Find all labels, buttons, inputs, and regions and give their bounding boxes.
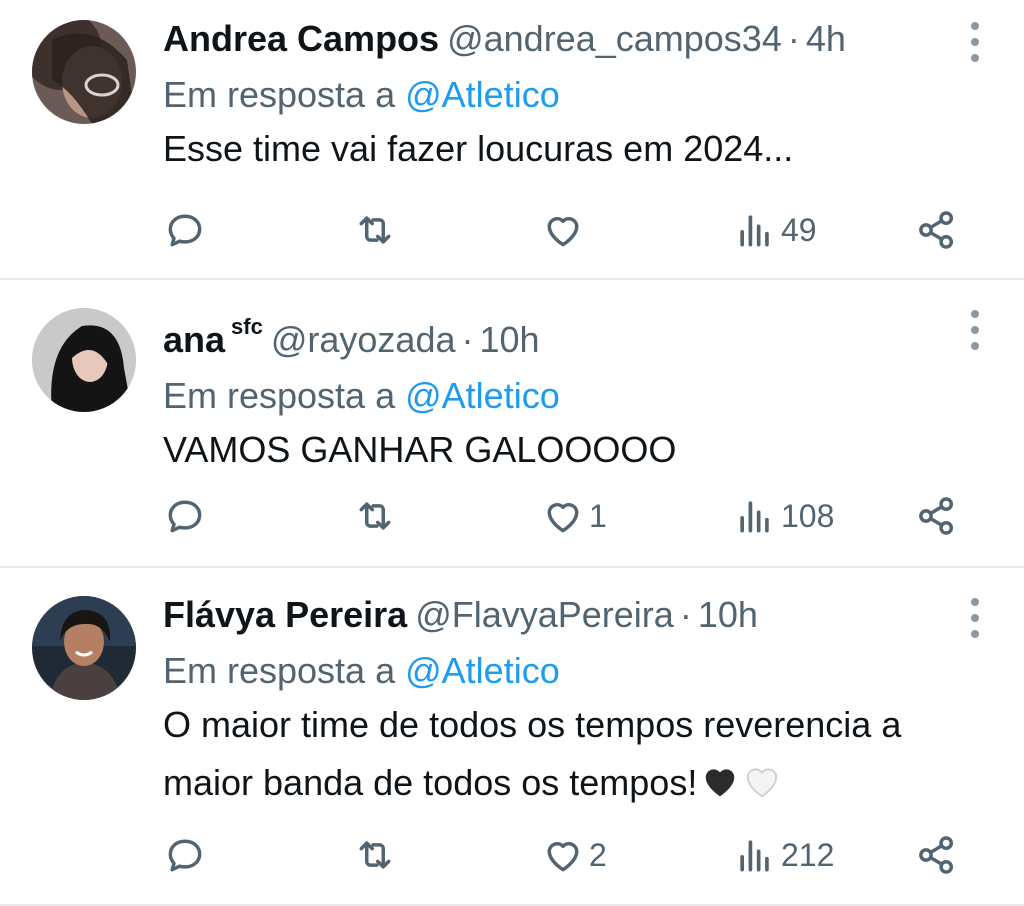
share-icon [919,836,954,874]
reply-icon [168,500,202,533]
action-bar: 1 108 [163,493,960,539]
heart-icon [547,217,579,247]
tweet-text: Esse time vai fazer loucuras em 2024... [163,120,960,178]
reply-icon [168,839,202,872]
author-handle[interactable]: @FlavyaPereira [415,594,674,635]
share-icon [919,211,954,249]
view-count: 212 [781,836,835,873]
tweet-text: VAMOS GANHAR GALOOOOO [163,421,960,479]
white-heart-icon [747,768,778,798]
tweet-text: O maior time de todos os tempos reverenc… [163,696,960,812]
author-handle[interactable]: @andrea_campos34 [447,18,782,59]
reply-prefix: Em resposta a [163,650,396,691]
timestamp[interactable]: 4h [806,18,846,59]
like-count: 1 [589,497,607,534]
reply-context: Em resposta a @Atletico [163,375,960,417]
retweet-button[interactable] [353,832,397,878]
like-button[interactable] [541,207,589,253]
like-count: 2 [589,836,607,873]
reply-prefix: Em resposta a [163,375,396,416]
author-name[interactable]: ana [163,319,225,360]
retweet-icon [359,841,391,869]
like-button[interactable]: 1 [541,493,607,539]
tweet-text-line: O maior time de todos os tempos reverenc… [163,704,902,745]
reply-prefix: Em resposta a [163,74,396,115]
view-count: 49 [781,211,817,248]
heart-icon [547,842,579,872]
avatar[interactable] [32,596,136,700]
avatar[interactable] [32,308,136,412]
more-options-icon[interactable] [970,598,980,638]
retweet-button[interactable] [353,493,397,539]
mention-link[interactable]: @Atletico [405,74,560,115]
tweet-reply[interactable]: Flávya Pereira @FlavyaPereira · 10h Em resp… [0,568,1024,906]
author-name[interactable]: Andrea Campos [163,18,439,59]
reply-context: Em resposta a @Atletico [163,74,960,116]
tweet-text-line: VAMOS GANHAR GALOOOOO [163,429,677,470]
views-icon [740,501,769,533]
reply-icon [168,214,202,247]
mention-link[interactable]: @Atletico [405,650,560,691]
retweet-icon [359,502,391,530]
timestamp[interactable]: 10h [479,319,539,360]
reply-button[interactable] [163,832,207,878]
author-name[interactable]: Flávya Pereira [163,594,407,635]
view-count: 108 [781,497,835,534]
reply-button[interactable] [163,493,207,539]
retweet-icon [359,216,391,244]
reply-context: Em resposta a @Atletico [163,650,960,692]
action-bar: 2 212 [163,832,960,878]
views-button[interactable]: 212 [733,832,834,878]
avatar[interactable] [32,20,136,124]
tweet-text-line-2: maior banda de todos os tempos! [163,754,960,812]
views-icon [740,215,769,247]
share-button[interactable] [915,493,959,539]
more-options-icon[interactable] [970,22,980,62]
tweet-reply[interactable]: ana sfc @rayozada · 10h Em resposta a @Atlet… [0,280,1024,568]
views-button[interactable]: 108 [733,493,834,539]
more-options-icon[interactable] [970,310,980,350]
reply-button[interactable] [163,207,207,253]
tweet-text-line: maior banda de todos os tempos! [163,762,698,803]
black-heart-icon [706,769,735,797]
views-icon [740,840,769,872]
like-button[interactable]: 2 [541,832,607,878]
action-bar: 49 [163,207,960,253]
separator-dot: · [461,319,474,360]
share-button[interactable] [915,207,959,253]
retweet-button[interactable] [353,207,397,253]
share-button[interactable] [915,832,959,878]
tweet-text-line: Esse time vai fazer loucuras em 2024... [163,128,794,169]
author-flair: sfc [231,314,263,339]
heart-icon [547,503,579,533]
timestamp[interactable]: 10h [698,594,758,635]
separator-dot: · [679,594,692,635]
mention-link[interactable]: @Atletico [405,375,560,416]
share-icon [919,497,954,535]
separator-dot: · [787,18,800,59]
views-button[interactable]: 49 [733,207,817,253]
author-handle[interactable]: @rayozada [271,319,456,360]
tweet-reply[interactable]: Andrea Campos @andrea_campos34 · 4h Em resp… [0,0,1024,280]
